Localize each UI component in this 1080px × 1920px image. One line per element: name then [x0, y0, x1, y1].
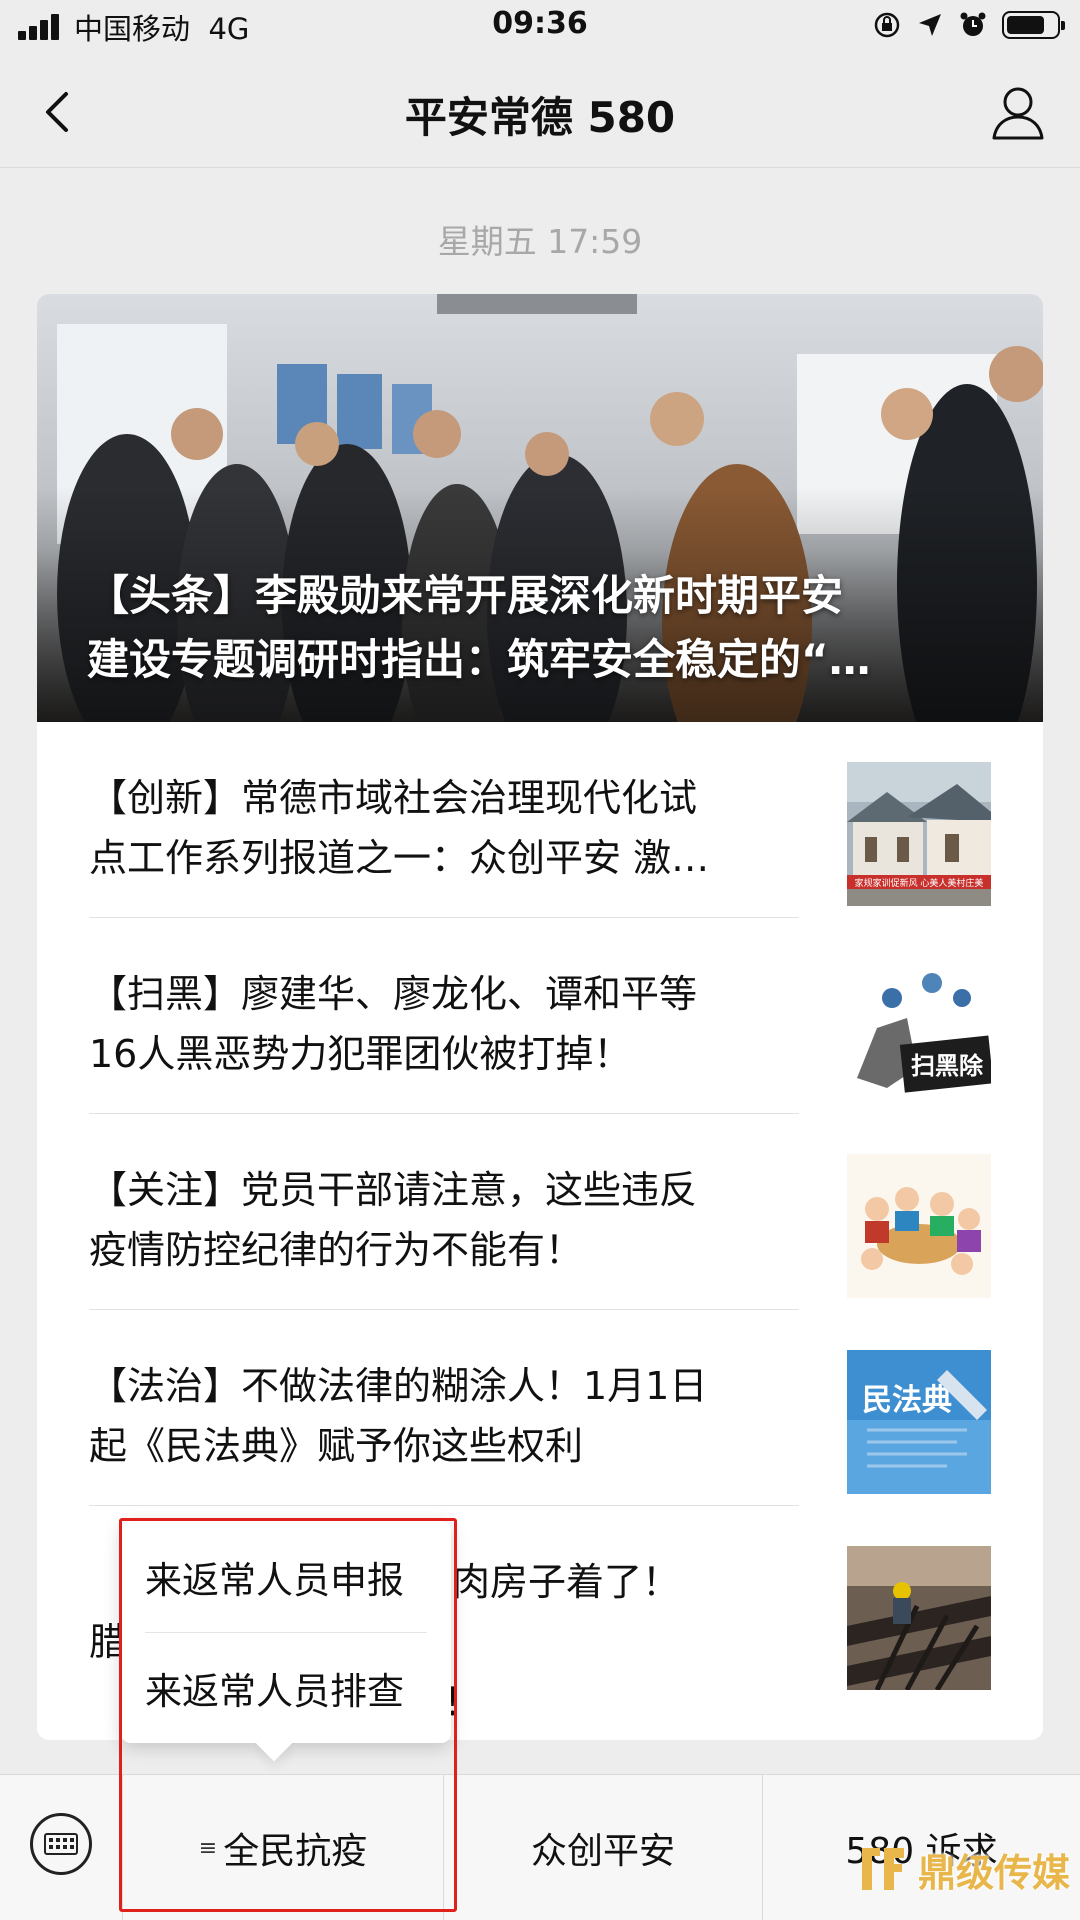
article-thumbnail: 民法典 — [847, 1350, 991, 1494]
watermark: 鼎级传媒 — [854, 1834, 1070, 1904]
highlight-annotation — [119, 1518, 457, 1912]
headline-title: 【头条】李殿勋来常开展深化新时期平安 建设专题调研时指出：筑牢安全稳定的“… — [87, 571, 871, 684]
profile-button[interactable] — [986, 80, 1050, 144]
svg-text:民法典: 民法典 — [862, 1383, 952, 1418]
article-thumbnail: 扫黑除 — [847, 958, 991, 1102]
keyboard-icon — [44, 1833, 78, 1855]
list-item[interactable]: 【关注】党员干部请注意，这些违反 疫情防控纪律的行为不能有！ — [37, 1114, 1043, 1310]
article-title: 【关注】党员干部请注意，这些违反 疫情防控纪律的行为不能有！ — [89, 1168, 698, 1272]
keyboard-toggle-button[interactable] — [30, 1813, 92, 1875]
location-icon — [919, 14, 941, 36]
watermark-logo-icon — [861, 1848, 904, 1890]
article-title: 【创新】常德市域社会治理现代化试 点工作系列报道之一：众创平安 激… — [89, 776, 710, 880]
svg-text:家规家训促新风 心美人美村庄美: 家规家训促新风 心美人美村庄美 — [855, 877, 984, 889]
nav-bar: 平安常德 580 — [0, 54, 1080, 168]
status-bar: 中国移动 4G 09:36 — [0, 0, 1080, 54]
rotation-lock-icon — [874, 12, 900, 38]
article-thumbnail — [847, 1154, 991, 1298]
list-item[interactable]: 【创新】常德市域社会治理现代化试 点工作系列报道之一：众创平安 激… 家规家训促新… — [37, 722, 1043, 918]
headline-article[interactable]: 【头条】李殿勋来常开展深化新时期平安 建设专题调研时指出：筑牢安全稳定的“… — [37, 294, 1043, 722]
alarm-icon — [960, 12, 986, 36]
status-icons — [872, 10, 1065, 40]
menu-tab-safety[interactable]: 众创平安 — [444, 1775, 762, 1920]
svg-text:扫黑除: 扫黑除 — [911, 1052, 984, 1080]
message-timestamp: 星期五 17:59 — [437, 222, 643, 261]
article-thumbnail: 家规家训促新风 心美人美村庄美 — [847, 762, 991, 906]
page-title: 平安常德 580 — [404, 93, 676, 142]
list-item[interactable]: 【法治】不做法律的糊涂人！1月1日 起《民法典》赋予你这些权利 民法典 — [37, 1310, 1043, 1506]
battery-icon — [1002, 11, 1065, 39]
article-thumbnail — [847, 1546, 991, 1690]
article-title: 【法治】不做法律的糊涂人！1月1日 起《民法典》赋予你这些权利 — [89, 1364, 708, 1468]
list-item[interactable]: 【扫黑】廖建华、廖龙化、谭和平等 16人黑恶势力犯罪团伙被打掉！ 扫黑除 — [37, 918, 1043, 1114]
article-title: 【扫黑】廖建华、廖龙化、谭和平等 16人黑恶势力犯罪团伙被打掉！ — [89, 972, 698, 1076]
watermark-text: 鼎级传媒 — [917, 1849, 1070, 1895]
